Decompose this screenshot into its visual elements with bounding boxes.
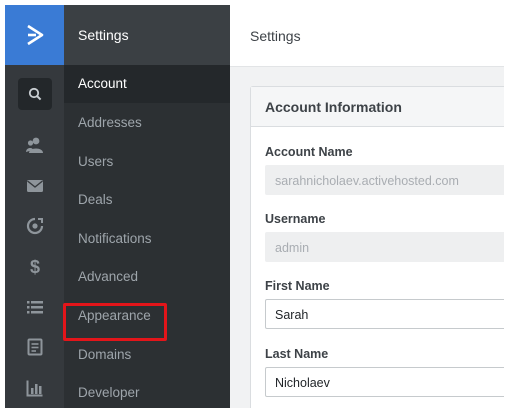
page-title: Settings (230, 5, 504, 67)
nav-item-users[interactable]: Users (64, 143, 230, 181)
main-content: Settings Account Information Account Nam… (230, 5, 504, 408)
rail-contacts-button[interactable] (5, 126, 64, 164)
settings-nav: Settings Account Addresses Users Deals N… (64, 5, 230, 408)
first-name-label: First Name (265, 279, 330, 293)
document-icon (27, 338, 42, 356)
nav-item-addresses[interactable]: Addresses (64, 104, 230, 142)
list-icon (26, 301, 43, 314)
rail-forms-button[interactable] (5, 328, 64, 366)
icon-rail: $ (5, 5, 64, 408)
nav-item-domains[interactable]: Domains (64, 336, 230, 374)
mail-icon (26, 180, 43, 192)
dollar-icon: $ (29, 257, 39, 277)
rail-automations-button[interactable] (5, 207, 64, 245)
username-field: admin (265, 232, 504, 262)
chevron-right-logo-icon (26, 24, 43, 46)
rail-deals-button[interactable]: $ (5, 248, 64, 286)
last-name-input[interactable]: Nicholaev (265, 367, 504, 397)
search-box (17, 78, 52, 110)
nav-item-appearance[interactable]: Appearance (64, 297, 230, 335)
nav-header: Settings (64, 5, 230, 65)
nav-item-notifications[interactable]: Notifications (64, 220, 230, 258)
search-icon (28, 87, 41, 101)
account-information-card: Account Information Account Name sarahni… (250, 86, 504, 408)
reports-icon (26, 380, 42, 397)
nav-item-deals[interactable]: Deals (64, 181, 230, 219)
card-title: Account Information (251, 87, 504, 127)
nav-item-advanced[interactable]: Advanced (64, 258, 230, 296)
last-name-label: Last Name (265, 347, 329, 361)
rail-lists-button[interactable] (5, 288, 64, 326)
username-label: Username (265, 212, 326, 226)
account-name-field: sarahnicholaev.activehosted.com (265, 165, 504, 195)
rail-search-button[interactable] (5, 75, 64, 113)
first-name-input[interactable]: Sarah (265, 299, 504, 329)
nav-item-account[interactable]: Account (64, 65, 230, 103)
account-name-label: Account Name (265, 145, 353, 159)
rail-mail-button[interactable] (5, 167, 64, 205)
app-window: $ Settings Account Addresses Users Deals… (5, 5, 504, 408)
contacts-icon (25, 137, 43, 153)
nav-item-developer[interactable]: Developer (64, 374, 230, 408)
rail-reports-button[interactable] (5, 369, 64, 407)
svg-text:$: $ (29, 257, 39, 277)
automations-icon (26, 217, 43, 235)
app-logo[interactable] (5, 5, 64, 65)
